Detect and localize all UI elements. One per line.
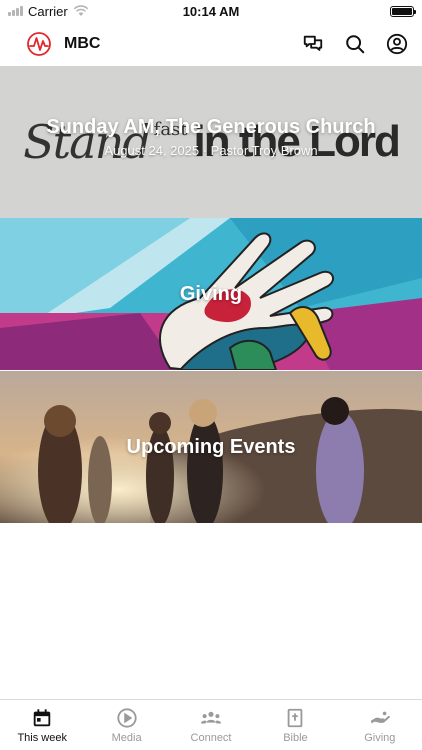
events-title: Upcoming Events <box>126 435 296 458</box>
tab-connect[interactable]: Connect <box>169 700 253 750</box>
search-icon[interactable] <box>344 33 366 55</box>
chat-icon[interactable] <box>302 33 324 55</box>
logo-icon <box>27 32 51 56</box>
bible-icon <box>288 708 303 727</box>
people-icon <box>200 711 222 723</box>
tab-bible[interactable]: Bible <box>253 700 337 750</box>
tab-media[interactable]: Media <box>84 700 168 750</box>
sermon-card[interactable]: Stand fast in the Lord Sunday AM, The Ge… <box>0 66 422 218</box>
tab-bar: This week Media Connect Bible Giving <box>0 699 422 750</box>
calendar-icon <box>33 708 51 726</box>
tab-label: Connect <box>190 731 232 744</box>
app-header: MBC <box>0 22 422 66</box>
wifi-icon <box>73 5 88 16</box>
events-card[interactable]: Upcoming Events <box>0 371 422 523</box>
tab-this-week[interactable]: This week <box>0 700 84 750</box>
sermon-title: Sunday AM, The Generous Church <box>46 116 376 138</box>
status-bar: Carrier 10:14 AM <box>0 0 422 22</box>
sermon-subtitle: August 24, 2025 · Pastor Troy Brown <box>104 143 318 158</box>
header-actions <box>302 33 408 55</box>
tab-label: Media <box>111 731 142 744</box>
status-left: Carrier <box>8 4 89 19</box>
tab-label: Giving <box>364 731 396 744</box>
tab-label: This week <box>17 731 67 744</box>
signal-icon <box>8 6 23 16</box>
tab-label: Bible <box>283 731 308 744</box>
play-icon <box>116 707 137 728</box>
battery-icon <box>390 5 416 17</box>
giving-hand-icon <box>370 711 390 723</box>
giving-card[interactable]: Giving <box>0 218 422 370</box>
carrier-label: Carrier <box>28 3 68 19</box>
tab-giving[interactable]: Giving <box>338 700 422 750</box>
sermon-background-text: Stand fast in the Lord <box>0 66 422 218</box>
app-title: MBC <box>64 35 101 52</box>
profile-icon[interactable] <box>386 33 408 55</box>
giving-title: Giving <box>179 282 243 305</box>
